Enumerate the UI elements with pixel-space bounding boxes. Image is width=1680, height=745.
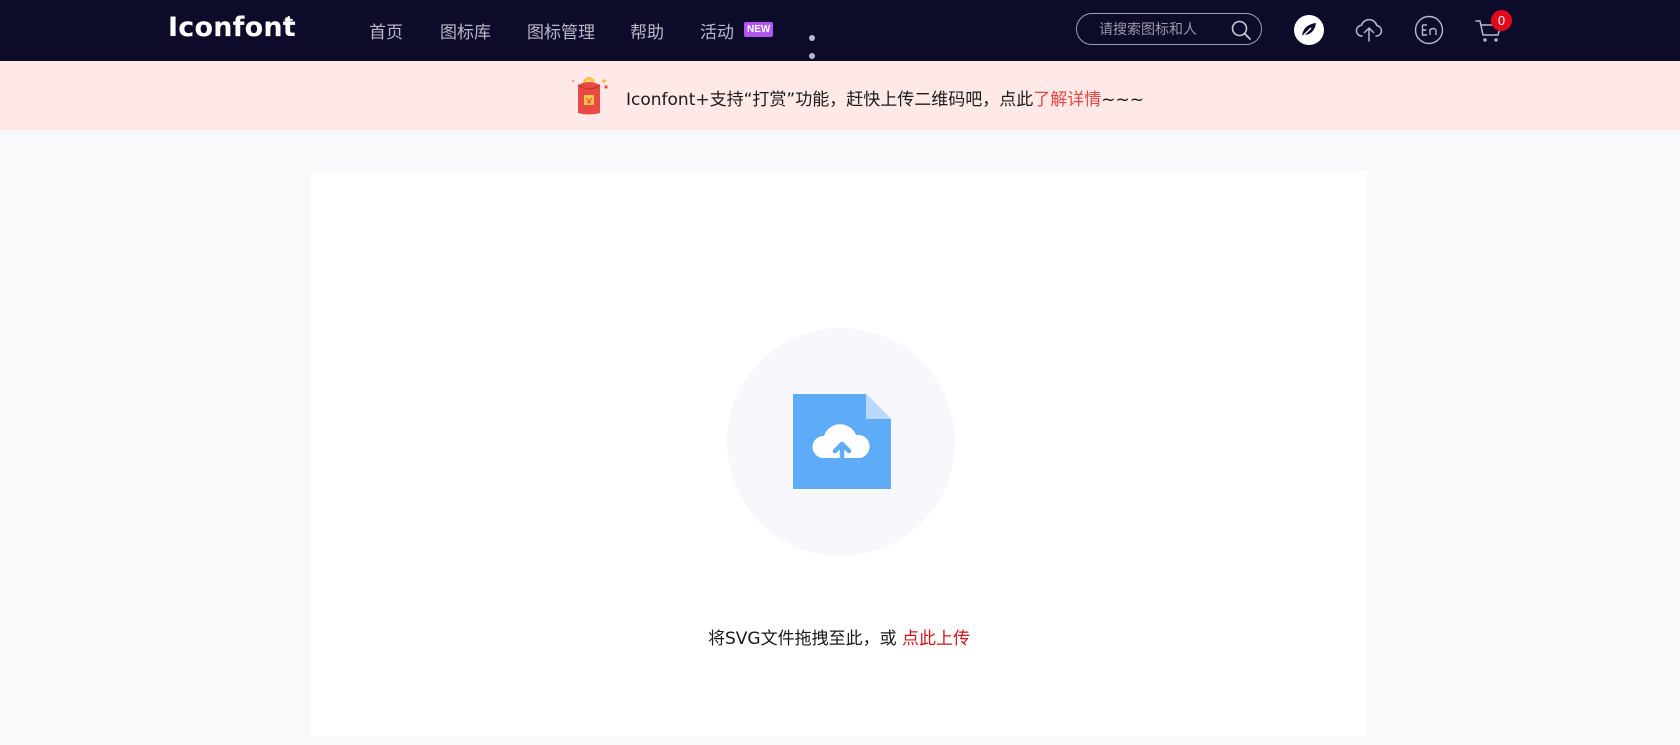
- leaf-icon[interactable]: [1293, 14, 1325, 46]
- search-icon[interactable]: [1230, 19, 1252, 41]
- upload-prompt-text: 将SVG文件拖拽至此，或: [708, 629, 902, 649]
- nav-icon-library[interactable]: 图标库: [440, 18, 491, 43]
- file-upload-icon[interactable]: [793, 394, 891, 489]
- upload-prompt: 将SVG文件拖拽至此，或 点此上传: [311, 624, 1367, 649]
- cart-count-badge: 0: [1491, 10, 1512, 31]
- logo-plus-mark: +: [284, 12, 294, 29]
- logo[interactable]: Iconfont: [168, 12, 296, 43]
- notice-details-link[interactable]: 了解详情: [1033, 90, 1101, 110]
- new-badge: NEW: [744, 22, 774, 37]
- language-en-icon[interactable]: [1413, 14, 1445, 46]
- nav-help[interactable]: 帮助: [630, 18, 664, 43]
- notice-bar: Iconfont+支持“打赏”功能，赶快上传二维码吧，点此了解详情~~~: [0, 61, 1680, 130]
- nav-icon-management[interactable]: 图标管理: [527, 18, 595, 43]
- nav-activity[interactable]: 活动: [700, 18, 734, 43]
- click-to-upload-link[interactable]: 点此上传: [902, 629, 970, 649]
- notice-text: Iconfont+支持“打赏”功能，赶快上传二维码吧，点此了解详情~~~: [626, 85, 1144, 110]
- notice-text-before: Iconfont+支持“打赏”功能，赶快上传二维码吧，点此: [626, 90, 1034, 110]
- search-input[interactable]: [1097, 20, 1231, 40]
- upload-dropzone[interactable]: 将SVG文件拖拽至此，或 点此上传: [311, 171, 1367, 736]
- upload-cloud-icon[interactable]: [1353, 14, 1385, 46]
- top-header: Iconfont + 首页 图标库 图标管理 帮助 活动 NEW 0: [0, 0, 1680, 77]
- search-box: [1076, 13, 1262, 45]
- nav-home[interactable]: 首页: [369, 18, 403, 43]
- notice-text-after: ~~~: [1101, 90, 1144, 110]
- red-envelope-icon: [571, 77, 608, 115]
